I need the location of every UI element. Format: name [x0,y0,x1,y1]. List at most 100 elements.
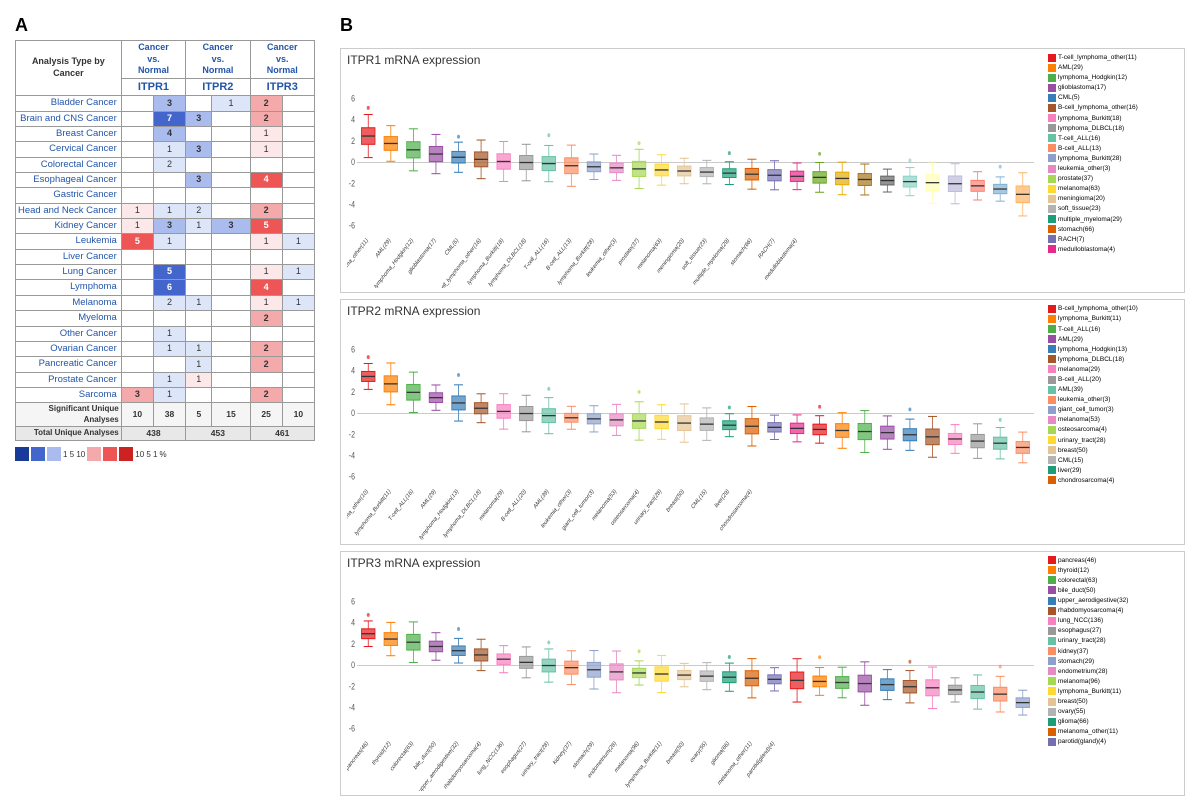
itpr1-cell-16-0 [121,341,153,356]
itpr1-cell-5-1 [153,173,185,188]
legend-text-1-7: B-cell_ALL(20) [1058,375,1101,384]
legend-color-1-10 [1048,406,1056,414]
legend-entry-1-3: AML(29) [1048,335,1178,344]
itpr2-cell-6-1 [212,188,250,203]
panel-b: B ITPR1 mRNA expression-6-4-20246T-cell_… [320,10,1190,801]
itpr3-cell-10-0 [250,249,282,264]
itpr3-cell-19-1 [282,387,314,402]
svg-text:breast(50): breast(50) [666,740,686,766]
chart-legend-2: pancreas(46)thyroid(12)colorectal(63)bil… [1048,556,1178,791]
svg-text:AML(29): AML(29) [420,489,437,511]
itpr2-cell-5-1 [212,173,250,188]
svg-text:breast(50): breast(50) [666,489,686,515]
itpr1-sig-1: 38 [153,403,185,427]
legend-color-2-14 [1048,698,1056,706]
svg-text:6: 6 [351,596,355,606]
itpr2-gene-header: ITPR2 [186,79,250,96]
legend-text-1-11: melanoma(53) [1058,415,1100,424]
itpr1-total: 438 [121,427,185,441]
itpr3-cell-8-1 [282,219,314,234]
itpr3-cell-14-1 [282,311,314,326]
legend-text-2-5: rhabdomyosarcoma(4) [1058,606,1123,615]
legend-text-2-3: bile_duct(50) [1058,586,1096,595]
legend-text-2-12: melanoma(96) [1058,677,1100,686]
cancer-name-7: Head and Neck Cancer [16,203,122,218]
itpr2-sig-1: 15 [212,403,250,427]
legend-color-2-10 [1048,657,1056,665]
cancer-name-9: Leukemia [16,234,122,249]
itpr1-cell-0-1: 3 [153,96,185,111]
legend-text-1-9: leukemia_other(3) [1058,395,1110,404]
legend-entry-1-11: melanoma(53) [1048,415,1178,424]
svg-text:2: 2 [351,387,355,397]
chart-section-2: ITPR3 mRNA expression-6-4-20246pancreas(… [340,551,1185,796]
legend-color-2-1 [1048,566,1056,574]
color-legend: 1 5 10 10 5 1 % [15,447,315,461]
legend-color-1-11 [1048,416,1056,424]
itpr2-cell-0-1: 1 [212,96,250,111]
itpr3-cell-7-0: 2 [250,203,282,218]
legend-color-0-9 [1048,144,1056,152]
legend-text-0-17: stomach(66) [1058,225,1094,234]
legend-entry-0-7: lymphoma_DLBCL(18) [1048,124,1178,133]
legend-entry-1-16: liver(29) [1048,466,1178,475]
legend-entry-2-4: upper_aerodigestive(32) [1048,596,1178,605]
legend-entry-1-5: lymphoma_DLBCL(18) [1048,355,1178,364]
legend-text-2-6: lung_NCC(136) [1058,616,1103,625]
svg-text:2: 2 [351,136,355,146]
legend-entry-1-1: lymphoma_Burkitt(11) [1048,314,1178,323]
cancer-name-4: Colorectal Cancer [16,157,122,172]
legend-text-1-6: melanoma(29) [1058,365,1100,374]
legend-entry-2-17: melanoma_other(11) [1048,727,1178,736]
legend-text-0-14: meningioma(20) [1058,194,1105,203]
svg-text:-2: -2 [349,178,356,188]
legend-color-2-9 [1048,647,1056,655]
itpr3-cell-14-0: 2 [250,311,282,326]
legend-color-1-16 [1048,466,1056,474]
itpr2-cell-17-0: 1 [186,357,212,372]
legend-color-1-0 [1048,305,1056,313]
legend-entry-2-10: stomach(29) [1048,657,1178,666]
itpr2-cell-18-0: 1 [186,372,212,387]
legend-color-0-18 [1048,235,1056,243]
legend-entry-1-2: T-cell_ALL(16) [1048,325,1178,334]
itpr3-cell-9-0: 1 [250,234,282,249]
legend-text-1-15: CML(15) [1058,456,1083,465]
itpr3-cell-10-1 [282,249,314,264]
legend-color-1-14 [1048,446,1056,454]
svg-text:2: 2 [351,639,355,649]
legend-color-0-14 [1048,195,1056,203]
itpr1-cell-2-0 [121,127,153,142]
legend-text-0-16: multiple_myeloma(29) [1058,215,1122,224]
itpr3-cell-18-0 [250,372,282,387]
itpr1-cell-13-0 [121,295,153,310]
itpr3-cell-4-1 [282,157,314,172]
legend-color-0-19 [1048,245,1056,253]
legend-text-2-18: parotid(gland)(4) [1058,737,1106,746]
itpr2-cell-11-1 [212,265,250,280]
legend-color-1-3 [1048,335,1056,343]
svg-text:4: 4 [351,115,355,125]
cancer-name-3: Cervical Cancer [16,142,122,157]
legend-entry-0-16: multiple_myeloma(29) [1048,215,1178,224]
legend-entry-2-15: ovary(55) [1048,707,1178,716]
legend-color-1-15 [1048,456,1056,464]
itpr1-cell-0-0 [121,96,153,111]
panel-a: A Analysis Type by Cancer Cancervs.Norma… [10,10,320,801]
svg-text:pancreas(46): pancreas(46) [347,740,370,772]
chart-legend-1: B-cell_lymphoma_other(10)lymphoma_Burkit… [1048,304,1178,539]
legend-entry-0-19: medulloblastoma(4) [1048,245,1178,254]
itpr1-cell-6-0 [121,188,153,203]
svg-text:-4: -4 [349,451,356,461]
svg-text:upper_aerodigestive(32): upper_aerodigestive(32) [418,740,460,791]
legend-color-1-7 [1048,376,1056,384]
itpr1-cell-1-1: 7 [153,111,185,126]
svg-text:RACH(7): RACH(7) [758,237,776,260]
legend-text-0-10: lymphoma_Burkitt(28) [1058,154,1122,163]
legend-entry-0-13: melanoma(63) [1048,184,1178,193]
legend-text-2-17: melanoma_other(11) [1058,727,1118,736]
legend-text-1-12: osteosarcoma(4) [1058,425,1107,434]
itpr2-cell-14-0 [186,311,212,326]
itpr2-cell-15-1 [212,326,250,341]
itpr2-cell-4-1 [212,157,250,172]
